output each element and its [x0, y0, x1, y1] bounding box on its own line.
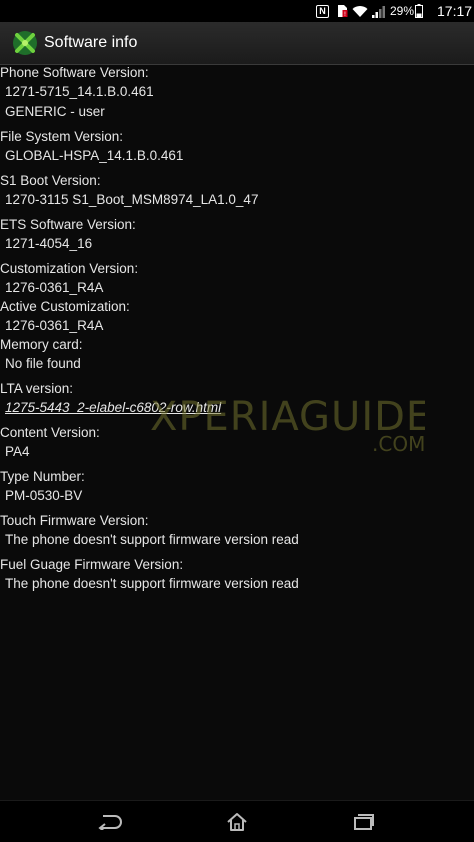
battery-icon — [415, 0, 423, 22]
nfc-icon: N — [316, 0, 330, 22]
entry-label: File System Version: — [0, 129, 124, 144]
entry-value: 1271-4054_16 — [5, 236, 93, 251]
entry-value: 1271-5715_14.1.B.0.461 — [5, 84, 154, 99]
entry-label: Type Number: — [0, 469, 85, 484]
back-icon[interactable] — [90, 807, 130, 837]
entry-label: Fuel Guage Firmware Version: — [0, 557, 184, 572]
entry-value: The phone doesn't support firmware versi… — [5, 576, 299, 591]
lta-version-link[interactable]: 1275-5443_2-elabel-c6802-row.html — [5, 400, 221, 415]
entry-value: PM-0530-BV — [5, 488, 83, 503]
entry-label: Touch Firmware Version: — [0, 513, 149, 528]
settings-tools-icon[interactable] — [12, 30, 38, 56]
entry-value: 1276-0361_R4A — [5, 280, 104, 295]
software-info-list[interactable]: Phone Software Version: 1271-5715_14.1.B… — [0, 65, 474, 800]
clock: 17:17 — [437, 3, 473, 19]
entry-label: ETS Software Version: — [0, 217, 136, 232]
signal-icon — [372, 0, 386, 22]
battery-percent: 29% — [390, 4, 415, 18]
entry-value: 1270-3115 S1_Boot_MSM8974_LA1.0_47 — [5, 192, 259, 207]
entry-label: Memory card: — [0, 337, 83, 352]
recent-apps-icon[interactable] — [344, 807, 384, 837]
entry-label: Content Version: — [0, 425, 100, 440]
entry-label: Phone Software Version: — [0, 65, 149, 80]
svg-text:!: ! — [344, 11, 346, 18]
entry-value: No file found — [5, 356, 81, 371]
home-icon[interactable] — [217, 807, 257, 837]
action-bar: Software info — [0, 22, 474, 65]
entry-value: GLOBAL-HSPA_14.1.B.0.461 — [5, 148, 184, 163]
entry-label: S1 Boot Version: — [0, 173, 101, 188]
entry-value: PA4 — [5, 444, 30, 459]
entry-label: Active Customization: — [0, 299, 130, 314]
status-bar: N ! 29% 17:17 — [0, 0, 474, 22]
entry-value: GENERIC - user — [5, 104, 105, 119]
page-title: Software info — [44, 34, 138, 51]
sim-error-icon: ! — [336, 0, 348, 22]
wifi-icon — [352, 0, 368, 22]
entry-value: 1276-0361_R4A — [5, 318, 104, 333]
entry-value: The phone doesn't support firmware versi… — [5, 532, 299, 547]
entry-label: LTA version: — [0, 381, 74, 396]
entry-label: Customization Version: — [0, 261, 139, 276]
navigation-bar — [0, 800, 474, 842]
